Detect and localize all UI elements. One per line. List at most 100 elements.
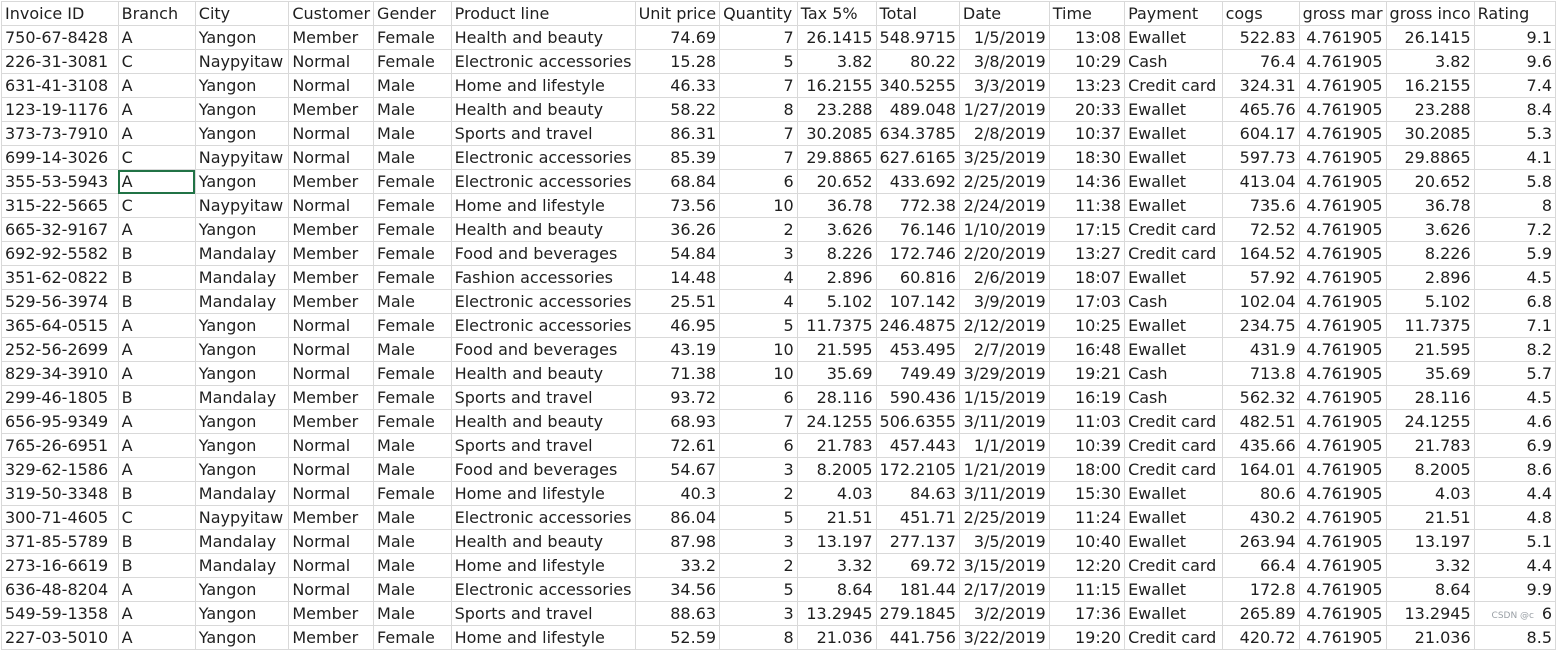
table-cell[interactable]: 4.761905 [1298,457,1387,482]
table-cell[interactable]: 80.6 [1221,481,1300,506]
table-cell[interactable]: B [117,265,196,290]
table-cell[interactable]: 5.102 [796,289,877,314]
table-cell[interactable]: Ewallet [1124,169,1223,194]
table-cell[interactable]: 8.64 [1385,577,1475,602]
table-cell[interactable]: Cash [1124,49,1223,74]
table-cell[interactable]: 4.761905 [1298,409,1387,434]
table-cell[interactable]: 68.93 [634,409,721,434]
table-cell[interactable]: Member [288,409,375,434]
table-cell[interactable]: 18:00 [1048,457,1126,482]
table-cell[interactable]: Sports and travel [450,121,636,146]
table-cell[interactable]: 263.94 [1221,529,1300,554]
table-cell[interactable]: Yangon [194,121,290,146]
table-cell[interactable]: 23.288 [796,97,877,122]
table-cell[interactable]: 3.82 [796,49,877,74]
table-cell[interactable]: Male [373,457,452,482]
table-cell[interactable]: 10:37 [1048,121,1126,146]
table-cell[interactable]: 16:19 [1048,385,1126,410]
table-cell[interactable]: 2.896 [796,265,877,290]
table-cell[interactable]: Female [373,241,452,266]
table-cell[interactable]: 19:20 [1048,625,1126,650]
table-cell[interactable]: 3/11/2019 [958,409,1050,434]
column-header-cell[interactable]: gross inco [1385,1,1475,26]
table-cell[interactable]: 86.31 [634,121,721,146]
table-cell[interactable]: 549-59-1358 [1,601,119,626]
table-cell[interactable]: Electronic accessories [450,145,636,170]
table-cell[interactable]: 604.17 [1221,121,1300,146]
table-cell[interactable]: 4.761905 [1298,385,1387,410]
table-cell[interactable]: Member [288,601,375,626]
table-cell[interactable]: Member [288,625,375,650]
table-cell[interactable]: 4.03 [796,481,877,506]
table-cell[interactable]: Female [373,217,452,242]
table-cell[interactable]: Female [373,193,452,218]
table-cell[interactable]: Electronic accessories [450,169,636,194]
table-cell[interactable]: 164.52 [1221,241,1300,266]
table-cell[interactable]: Yangon [194,73,290,98]
table-cell[interactable]: 86.04 [634,505,721,530]
table-cell[interactable]: Mandalay [194,289,290,314]
table-cell[interactable]: 7.4 [1473,73,1556,98]
table-cell[interactable]: Male [373,73,452,98]
table-cell[interactable]: Male [373,433,452,458]
table-cell[interactable]: Electronic accessories [450,289,636,314]
table-cell[interactable]: 7 [719,73,798,98]
table-cell[interactable]: 2/17/2019 [958,577,1050,602]
table-cell[interactable]: 3.626 [1385,217,1475,242]
table-cell[interactable]: Sports and travel [450,385,636,410]
table-cell[interactable]: A [117,361,196,386]
table-cell[interactable]: Normal [288,73,375,98]
table-cell[interactable]: 17:15 [1048,217,1126,242]
table-cell[interactable]: 656-95-9349 [1,409,119,434]
table-cell[interactable]: 5.9 [1473,241,1556,266]
table-cell[interactable]: 3 [719,529,798,554]
table-cell[interactable]: Electronic accessories [450,49,636,74]
table-cell[interactable]: Ewallet [1124,193,1223,218]
table-cell[interactable]: Health and beauty [450,217,636,242]
table-cell[interactable]: 2.896 [1385,265,1475,290]
table-cell[interactable]: 529-56-3974 [1,289,119,314]
table-cell[interactable]: Ewallet [1124,601,1223,626]
table-cell[interactable]: Female [373,481,452,506]
table-cell[interactable]: 562.32 [1221,385,1300,410]
table-cell[interactable]: 69.72 [875,553,960,578]
table-cell[interactable]: 46.95 [634,313,721,338]
table-cell[interactable]: 4.761905 [1298,553,1387,578]
table-cell[interactable]: 4.1 [1473,145,1556,170]
table-cell[interactable]: 433.692 [875,169,960,194]
table-cell[interactable]: 11:03 [1048,409,1126,434]
table-cell[interactable]: 54.84 [634,241,721,266]
table-cell[interactable]: 4.8 [1473,505,1556,530]
table-cell[interactable]: Health and beauty [450,25,636,50]
table-cell[interactable]: 4.761905 [1298,337,1387,362]
table-cell[interactable]: 21.783 [796,433,877,458]
table-cell[interactable]: A [117,409,196,434]
table-cell[interactable]: 4.761905 [1298,169,1387,194]
table-cell[interactable]: Yangon [194,313,290,338]
table-cell[interactable]: 11.7375 [1385,313,1475,338]
table-cell[interactable]: 4.761905 [1298,49,1387,74]
table-cell[interactable]: Cash [1124,361,1223,386]
table-cell[interactable]: 5.8 [1473,169,1556,194]
table-cell[interactable]: 10 [719,337,798,362]
table-cell[interactable]: 273-16-6619 [1,553,119,578]
table-cell[interactable]: Normal [288,193,375,218]
table-cell[interactable]: Ewallet [1124,265,1223,290]
column-header-cell[interactable]: Customer [288,1,375,26]
table-cell[interactable]: 4 [719,289,798,314]
column-header-cell[interactable]: gross mar [1298,1,1387,26]
table-cell[interactable]: 28.116 [796,385,877,410]
table-cell[interactable]: 35.69 [1385,361,1475,386]
table-cell[interactable]: 1/21/2019 [958,457,1050,482]
table-cell[interactable]: 4.761905 [1298,577,1387,602]
table-cell[interactable]: Electronic accessories [450,505,636,530]
table-cell[interactable]: 277.137 [875,529,960,554]
table-cell[interactable]: 16.2155 [1385,73,1475,98]
table-cell[interactable]: 413.04 [1221,169,1300,194]
table-cell[interactable]: B [117,289,196,314]
table-cell[interactable]: Credit card [1124,433,1223,458]
table-cell[interactable]: 2/6/2019 [958,265,1050,290]
table-cell[interactable]: 13:27 [1048,241,1126,266]
table-cell[interactable]: 2 [719,481,798,506]
table-cell[interactable]: 74.69 [634,25,721,50]
